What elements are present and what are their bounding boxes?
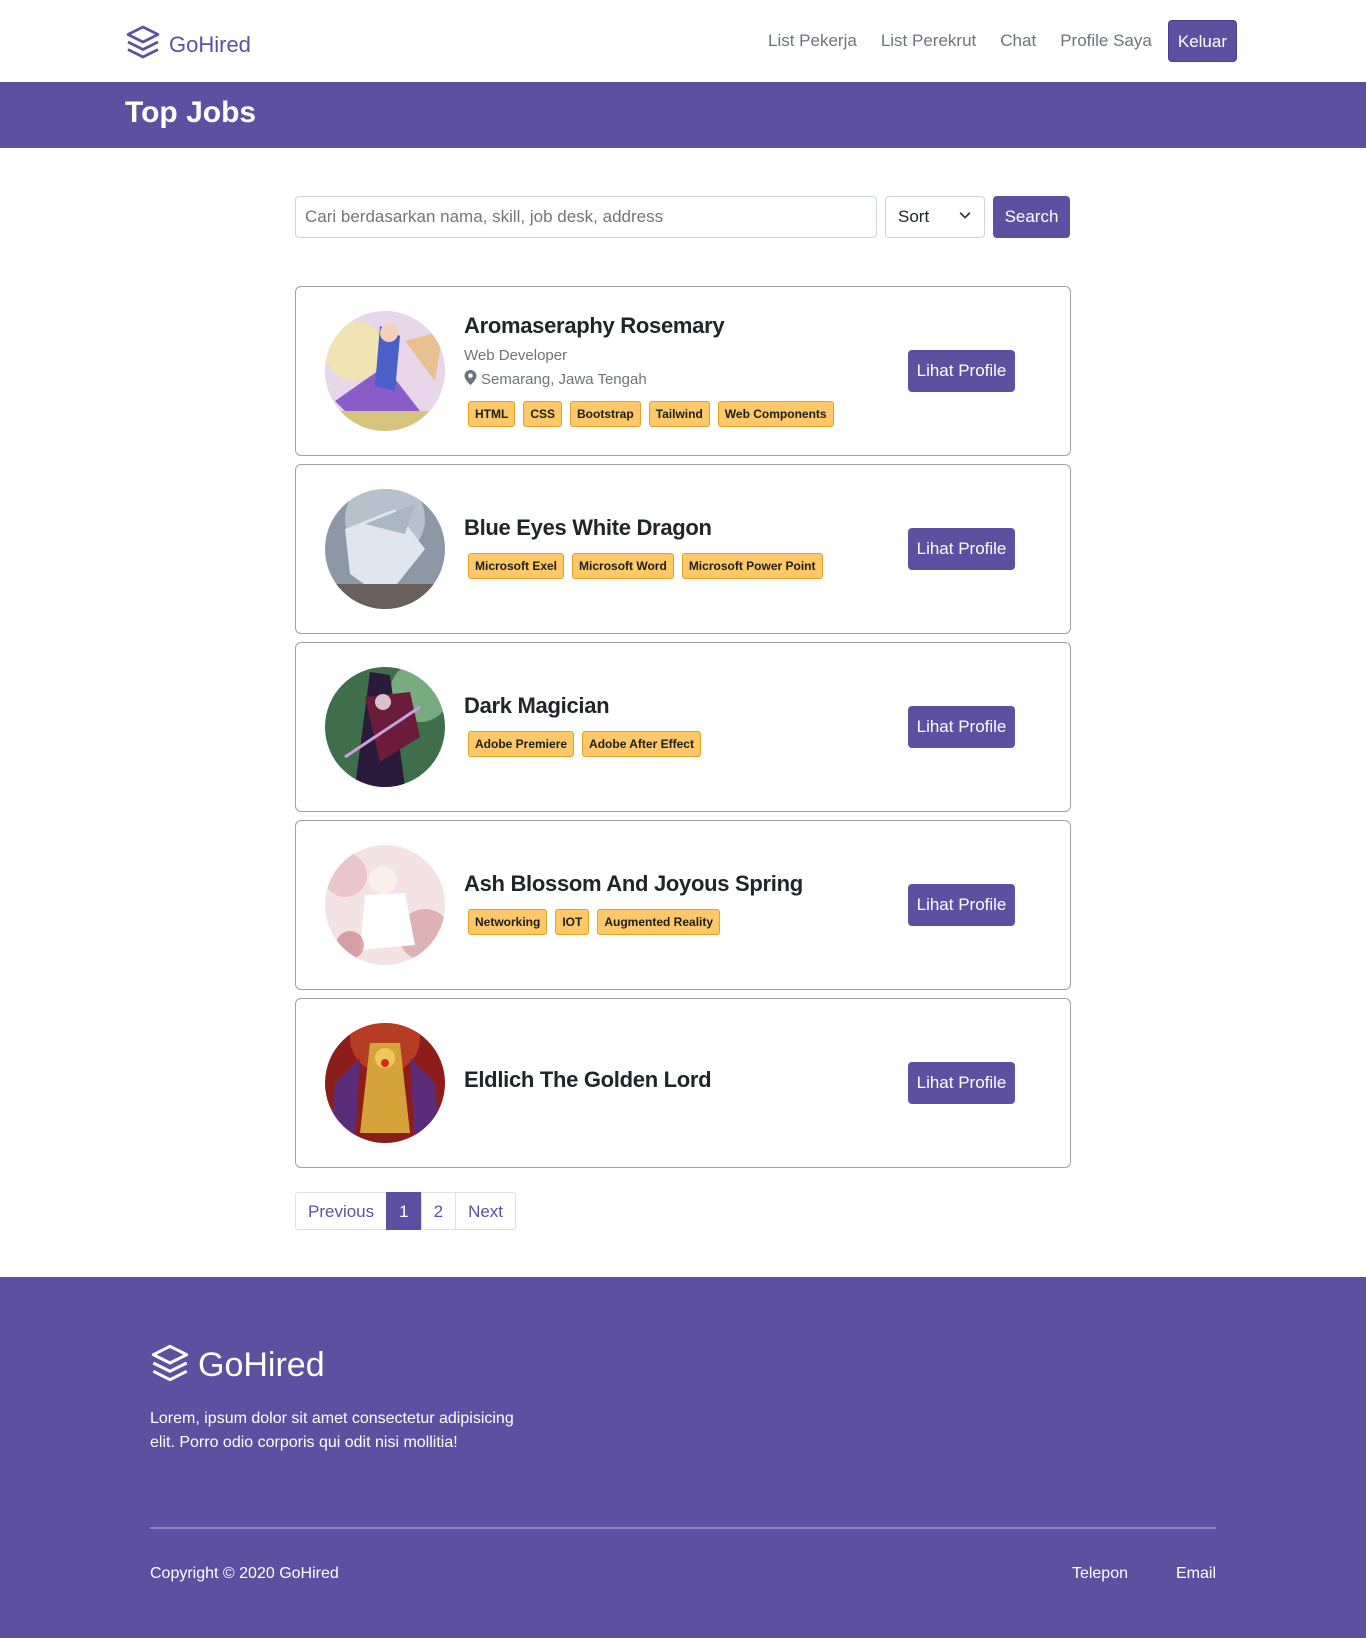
footer-brand-name: GoHired bbox=[198, 1346, 325, 1384]
skill-tag: Networking bbox=[468, 909, 548, 935]
skill-tags: HTML CSS Bootstrap Tailwind Web Componen… bbox=[468, 401, 834, 427]
worker-card: Blue Eyes White Dragon Microsoft Exel Mi… bbox=[295, 464, 1071, 634]
chevron-down-icon bbox=[958, 207, 972, 227]
worker-job: Web Developer bbox=[464, 347, 568, 364]
navbar: GoHired List Pekerja List Perekrut Chat … bbox=[0, 0, 1366, 82]
skill-tag: CSS bbox=[523, 401, 563, 427]
skill-tag: Adobe After Effect bbox=[582, 731, 701, 757]
pagination-page-2[interactable]: 2 bbox=[420, 1192, 457, 1230]
logout-button[interactable]: Keluar bbox=[1167, 20, 1237, 62]
view-profile-button[interactable]: Lihat Profile bbox=[908, 706, 1015, 748]
sort-label: Sort bbox=[898, 207, 930, 226]
view-profile-button[interactable]: Lihat Profile bbox=[908, 1062, 1015, 1104]
skill-tag: Microsoft Word bbox=[572, 553, 674, 579]
footer-link-email[interactable]: Email bbox=[1176, 1565, 1216, 1583]
map-pin-icon bbox=[464, 370, 477, 389]
nav-link-profile-saya[interactable]: Profile Saya bbox=[1060, 31, 1152, 51]
pagination-page-1[interactable]: 1 bbox=[386, 1192, 422, 1230]
footer-divider bbox=[150, 1527, 1216, 1529]
card-info: Eldlich The Golden Lord bbox=[464, 1067, 712, 1093]
skill-tags: Networking IOT Augmented Reality bbox=[468, 909, 803, 935]
skill-tags: Adobe Premiere Adobe After Effect bbox=[468, 731, 701, 757]
skill-tags: Microsoft Exel Microsoft Word Microsoft … bbox=[468, 553, 823, 579]
layers-icon bbox=[150, 1343, 190, 1388]
skill-tag: Adobe Premiere bbox=[468, 731, 575, 757]
search-button[interactable]: Search bbox=[993, 196, 1070, 238]
skill-tag: Tailwind bbox=[648, 401, 710, 427]
footer-brand[interactable]: GoHired bbox=[150, 1343, 325, 1388]
skill-tag: IOT bbox=[555, 909, 590, 935]
copyright-text: Copyright © 2020 GoHired bbox=[150, 1565, 339, 1582]
worker-name: Ash Blossom And Joyous Spring bbox=[464, 871, 803, 896]
brand-name: GoHired bbox=[169, 31, 251, 57]
footer-link-telepon[interactable]: Telepon bbox=[1072, 1565, 1128, 1583]
card-info: Aromaseraphy Rosemary Web Developer Sema… bbox=[464, 313, 834, 427]
nav-link-list-perekrut[interactable]: List Perekrut bbox=[881, 31, 976, 51]
worker-card: Dark Magician Adobe Premiere Adobe After… bbox=[295, 642, 1071, 812]
card-info: Ash Blossom And Joyous Spring Networking… bbox=[464, 871, 803, 935]
layers-icon bbox=[125, 24, 161, 65]
pagination-previous[interactable]: Previous bbox=[295, 1192, 388, 1230]
avatar bbox=[325, 1023, 445, 1143]
nav-link-list-pekerja[interactable]: List Pekerja bbox=[768, 31, 857, 51]
search-bar: Sort Search bbox=[295, 196, 1071, 238]
page-banner: Top Jobs bbox=[0, 82, 1366, 148]
pagination: Previous 1 2 Next bbox=[295, 1192, 517, 1230]
nav-links: List Pekerja List Perekrut Chat Profile … bbox=[744, 20, 1237, 62]
avatar bbox=[325, 311, 445, 431]
nav-link-chat[interactable]: Chat bbox=[1000, 31, 1036, 51]
card-info: Blue Eyes White Dragon Microsoft Exel Mi… bbox=[464, 515, 823, 579]
skill-tag: Microsoft Power Point bbox=[681, 553, 823, 579]
view-profile-button[interactable]: Lihat Profile bbox=[908, 884, 1015, 926]
location-text: Semarang, Jawa Tengah bbox=[481, 371, 647, 388]
page-title: Top Jobs bbox=[125, 96, 257, 129]
avatar bbox=[325, 667, 445, 787]
skill-tag: HTML bbox=[468, 401, 516, 427]
pagination-next[interactable]: Next bbox=[455, 1192, 517, 1230]
worker-card: Ash Blossom And Joyous Spring Networking… bbox=[295, 820, 1071, 990]
worker-card: Eldlich The Golden Lord Lihat Profile bbox=[295, 998, 1071, 1168]
view-profile-button[interactable]: Lihat Profile bbox=[908, 350, 1015, 392]
brand-logo[interactable]: GoHired bbox=[125, 24, 251, 65]
worker-card: Aromaseraphy Rosemary Web Developer Sema… bbox=[295, 286, 1071, 456]
view-profile-button[interactable]: Lihat Profile bbox=[908, 528, 1015, 570]
footer-links: Telepon Email bbox=[1072, 1565, 1216, 1583]
worker-name: Dark Magician bbox=[464, 693, 610, 718]
worker-name: Eldlich The Golden Lord bbox=[464, 1067, 712, 1092]
skill-tag: Augmented Reality bbox=[597, 909, 721, 935]
footer-description: Lorem, ipsum dolor sit amet consectetur … bbox=[150, 1410, 514, 1451]
worker-location: Semarang, Jawa Tengah bbox=[464, 370, 834, 389]
worker-name: Blue Eyes White Dragon bbox=[464, 515, 712, 540]
footer: GoHired Lorem, ipsum dolor sit amet cons… bbox=[0, 1277, 1366, 1638]
search-input[interactable] bbox=[295, 196, 877, 238]
skill-tag: Web Components bbox=[717, 401, 834, 427]
avatar bbox=[325, 489, 445, 609]
sort-select[interactable]: Sort bbox=[885, 196, 985, 238]
skill-tag: Microsoft Exel bbox=[468, 553, 565, 579]
avatar bbox=[325, 845, 445, 965]
worker-name: Aromaseraphy Rosemary bbox=[464, 313, 725, 338]
skill-tag: Bootstrap bbox=[570, 401, 641, 427]
card-info: Dark Magician Adobe Premiere Adobe After… bbox=[464, 693, 701, 757]
